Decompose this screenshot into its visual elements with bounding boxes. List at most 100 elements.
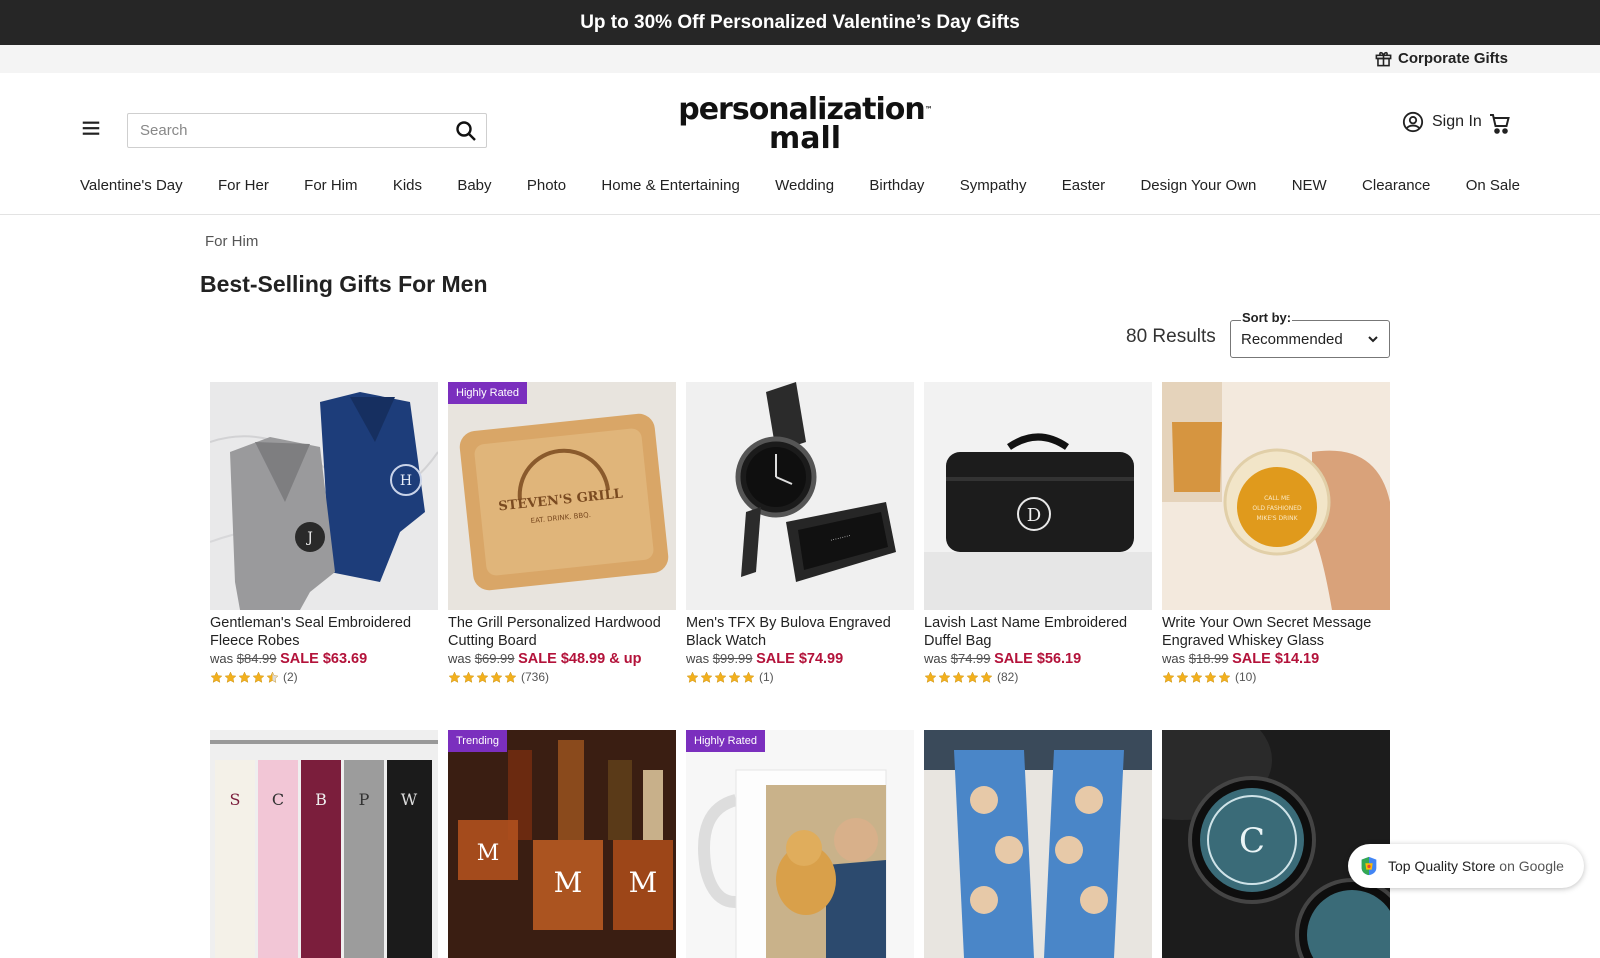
stars-icon bbox=[924, 671, 993, 684]
product-title[interactable]: Write Your Own Secret Message Engraved W… bbox=[1162, 614, 1390, 650]
star-icon bbox=[980, 671, 993, 683]
user-icon bbox=[1402, 111, 1424, 133]
product-price: was $18.99 SALE $14.19 bbox=[1162, 651, 1320, 667]
nav-item-on-sale[interactable]: On Sale bbox=[1466, 173, 1520, 199]
product-card[interactable]: H J Gentleman's Seal Embroidered Fleece … bbox=[210, 382, 438, 684]
product-title[interactable]: Men's TFX By Bulova Engraved Black Watch bbox=[686, 614, 914, 650]
stars-icon bbox=[448, 671, 517, 684]
star-icon bbox=[252, 671, 265, 683]
product-rating: (10) bbox=[1162, 670, 1390, 684]
product-badge: Highly Rated bbox=[686, 730, 765, 752]
search-input[interactable] bbox=[140, 114, 440, 147]
nav-item-home-entertaining[interactable]: Home & Entertaining bbox=[601, 173, 739, 199]
star-icon bbox=[224, 671, 237, 683]
nav-item-wedding[interactable]: Wedding bbox=[775, 173, 834, 199]
product-image[interactable]: C bbox=[1162, 730, 1390, 958]
product-card[interactable]: CALL ME OLD FASHIONED MIKE'S DRINK Write… bbox=[1162, 382, 1390, 684]
nav-item-clearance[interactable]: Clearance bbox=[1362, 173, 1430, 199]
star-icon bbox=[700, 671, 713, 683]
product-card[interactable] bbox=[924, 730, 1152, 958]
product-price: was $99.99 SALE $74.99 bbox=[686, 651, 844, 667]
svg-text:H: H bbox=[400, 473, 412, 489]
product-image[interactable]: Trending M M M bbox=[448, 730, 676, 958]
results-count: 80 Results bbox=[1126, 326, 1216, 347]
product-image[interactable]: Highly Rated bbox=[686, 730, 914, 958]
product-card[interactable]: D Lavish Last Name Embroidered Duffel Ba… bbox=[924, 382, 1152, 684]
product-card[interactable]: Highly Rated STEVEN'S GRILL EAT. DRINK. … bbox=[448, 382, 676, 684]
menu-icon[interactable] bbox=[80, 117, 102, 139]
product-image[interactable]: S C B P W bbox=[210, 730, 438, 958]
nav-item-sympathy[interactable]: Sympathy bbox=[960, 173, 1027, 199]
svg-text:J: J bbox=[305, 530, 313, 546]
product-rating: (736) bbox=[448, 670, 676, 684]
google-store-badge[interactable]: Top Quality Store on Google bbox=[1348, 844, 1584, 888]
google-badge-suffix: on Google bbox=[1499, 858, 1564, 874]
star-icon bbox=[1218, 671, 1231, 683]
nav-item-photo[interactable]: Photo bbox=[527, 173, 566, 199]
product-card[interactable]: C bbox=[1162, 730, 1390, 958]
product-card[interactable]: Highly Rated bbox=[686, 730, 914, 958]
svg-text:W: W bbox=[401, 790, 418, 809]
corporate-gifts-link[interactable]: Corporate Gifts bbox=[1374, 49, 1508, 68]
stars-icon bbox=[210, 671, 279, 684]
product-rating: (2) bbox=[210, 670, 438, 684]
product-price: was $84.99 SALE $63.69 bbox=[210, 651, 368, 667]
svg-text:B: B bbox=[315, 790, 327, 809]
star-icon bbox=[1162, 671, 1175, 683]
product-card[interactable]: ⋯⋯⋯ Men's TFX By Bulova Engraved Black W… bbox=[686, 382, 914, 684]
cart-icon[interactable] bbox=[1488, 112, 1512, 136]
svg-text:OLD FASHIONED: OLD FASHIONED bbox=[1252, 505, 1302, 512]
svg-text:M: M bbox=[629, 866, 658, 899]
star-icon bbox=[476, 671, 489, 683]
nav-item-for-him[interactable]: For Him bbox=[304, 173, 357, 199]
nav-item-design-your-own[interactable]: Design Your Own bbox=[1140, 173, 1256, 199]
nav-item-easter[interactable]: Easter bbox=[1062, 173, 1105, 199]
gift-icon bbox=[1375, 51, 1392, 67]
star-icon bbox=[742, 671, 755, 683]
site-logo[interactable]: personalization™ mall bbox=[670, 95, 940, 156]
product-image[interactable] bbox=[924, 730, 1152, 958]
product-title[interactable]: Gentleman's Seal Embroidered Fleece Robe… bbox=[210, 614, 438, 650]
google-badge-text: Top Quality Store bbox=[1388, 858, 1496, 874]
sort-select[interactable]: Recommended bbox=[1230, 320, 1390, 358]
promo-banner[interactable]: Up to 30% Off Personalized Valentine’s D… bbox=[0, 0, 1600, 45]
star-icon bbox=[504, 671, 517, 683]
svg-text:D: D bbox=[1027, 505, 1041, 526]
product-card[interactable]: Trending M M M bbox=[448, 730, 676, 958]
breadcrumb[interactable]: For Him bbox=[205, 233, 258, 250]
product-price: was $69.99 SALE $48.99 & up bbox=[448, 651, 642, 667]
svg-text:C: C bbox=[1239, 821, 1265, 861]
corporate-gifts-label: Corporate Gifts bbox=[1397, 50, 1508, 67]
nav-item-birthday[interactable]: Birthday bbox=[869, 173, 924, 199]
review-count: (82) bbox=[997, 670, 1019, 684]
product-image[interactable]: Highly Rated STEVEN'S GRILL EAT. DRINK. … bbox=[448, 382, 676, 610]
nav-item-kids[interactable]: Kids bbox=[393, 173, 422, 199]
search-box bbox=[127, 113, 487, 148]
product-title[interactable]: The Grill Personalized Hardwood Cutting … bbox=[448, 614, 676, 650]
nav-item-baby[interactable]: Baby bbox=[457, 173, 491, 199]
search-icon[interactable] bbox=[454, 119, 478, 143]
logo-line2: mall bbox=[768, 121, 842, 156]
product-badge: Trending bbox=[448, 730, 508, 752]
star-icon bbox=[448, 671, 461, 683]
stars-icon bbox=[686, 671, 755, 684]
product-badge: Highly Rated bbox=[448, 382, 527, 404]
product-card[interactable]: S C B P W bbox=[210, 730, 438, 958]
nav-item-new[interactable]: NEW bbox=[1292, 173, 1327, 199]
product-image[interactable]: H J bbox=[210, 382, 438, 610]
nav-item-valentine-s-day[interactable]: Valentine's Day bbox=[80, 173, 183, 199]
svg-text:CALL ME: CALL ME bbox=[1264, 495, 1290, 502]
google-shopping-icon bbox=[1361, 856, 1377, 876]
product-title[interactable]: Lavish Last Name Embroidered Duffel Bag bbox=[924, 614, 1152, 650]
page-title: Best-Selling Gifts For Men bbox=[200, 271, 488, 297]
product-image[interactable]: D bbox=[924, 382, 1152, 610]
product-image[interactable]: CALL ME OLD FASHIONED MIKE'S DRINK bbox=[1162, 382, 1390, 610]
star-icon bbox=[966, 671, 979, 683]
star-icon bbox=[938, 671, 951, 683]
nav-item-for-her[interactable]: For Her bbox=[218, 173, 269, 199]
review-count: (2) bbox=[283, 670, 298, 684]
product-image[interactable]: ⋯⋯⋯ bbox=[686, 382, 914, 610]
chevron-down-icon bbox=[1368, 336, 1378, 343]
sign-in-link[interactable]: Sign In bbox=[1402, 111, 1482, 133]
star-icon bbox=[952, 671, 965, 683]
